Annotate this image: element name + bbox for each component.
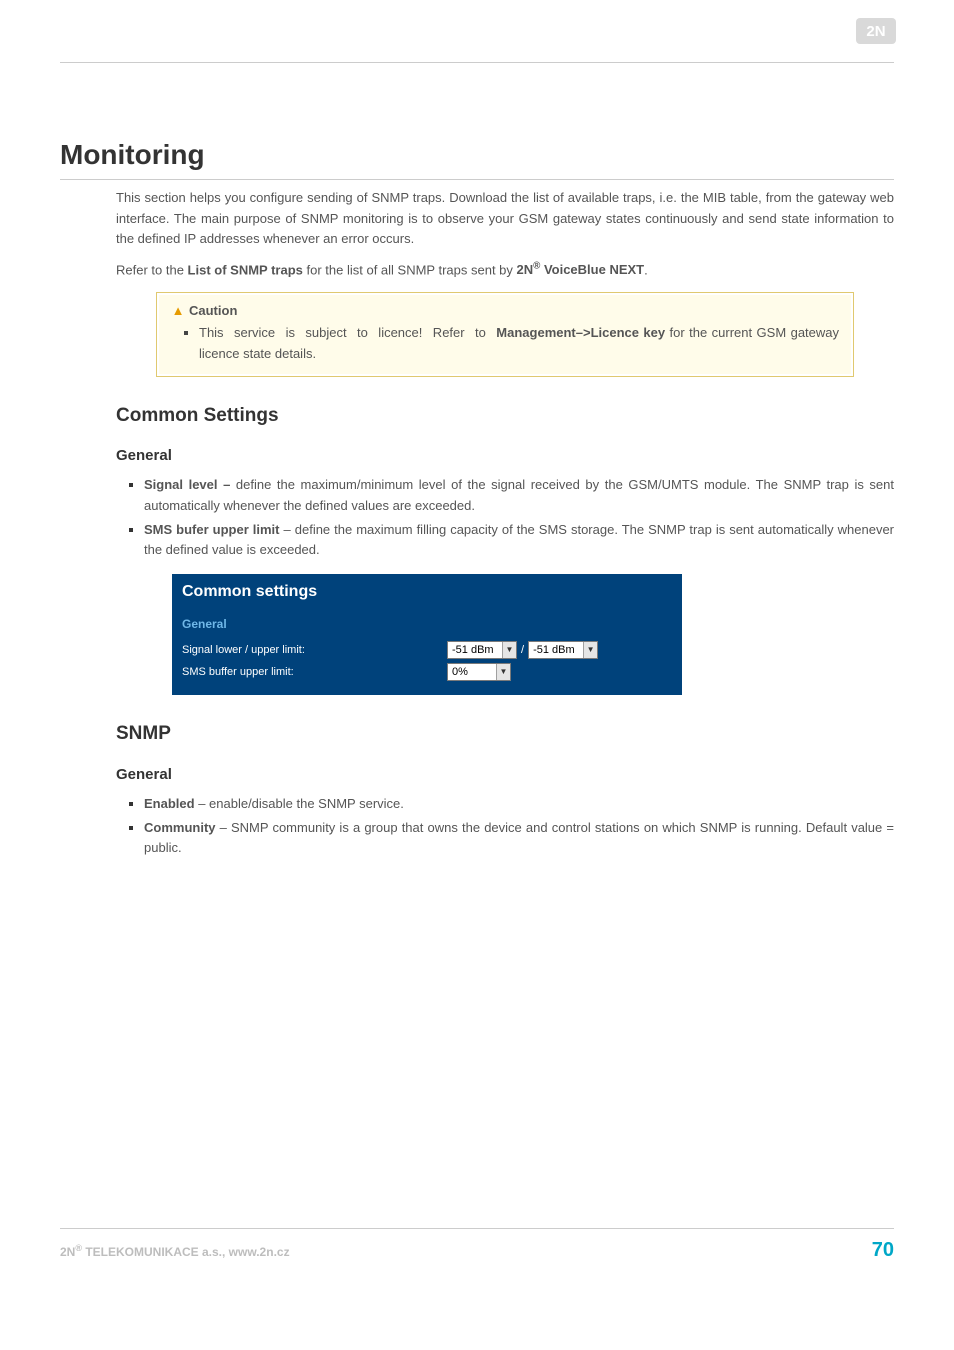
shot-label-sms: SMS buffer upper limit: xyxy=(182,664,447,681)
header-rule xyxy=(60,62,894,63)
refer-suffix: . xyxy=(644,262,648,277)
chevron-down-icon: ▼ xyxy=(496,664,510,680)
signal-lower-select[interactable]: -51 dBm ▼ xyxy=(447,641,517,659)
chevron-down-icon: ▼ xyxy=(502,642,516,658)
refer-product: 2N® VoiceBlue NEXT xyxy=(517,262,645,277)
refer-bold: List of SNMP traps xyxy=(188,262,303,277)
shot-label-signal: Signal lower / upper limit: xyxy=(182,642,447,659)
caution-inner: ▲Caution This service is subject to lice… xyxy=(157,293,853,375)
refer-prefix: Refer to the xyxy=(116,262,188,277)
caution-heading: ▲Caution xyxy=(171,301,839,321)
caution-box: ▲Caution This service is subject to lice… xyxy=(156,292,854,376)
page: 2N Monitoring This section helps you con… xyxy=(0,0,954,1290)
shot-row-signal: Signal lower / upper limit: -51 dBm ▼ / … xyxy=(182,641,672,659)
snmp-list: Enabled – enable/disable the SNMP servic… xyxy=(116,794,894,858)
page-title: Monitoring xyxy=(60,133,894,180)
shot-row-sms: SMS buffer upper limit: 0% ▼ xyxy=(182,663,672,681)
svg-text:2N: 2N xyxy=(866,23,885,40)
section-snmp-general: General xyxy=(116,763,894,786)
section-snmp-heading: SNMP xyxy=(116,719,894,748)
warning-icon: ▲ xyxy=(171,301,185,321)
section-common-heading: Common Settings xyxy=(116,401,894,430)
list-item: SMS bufer upper limit – define the maxim… xyxy=(144,520,894,560)
intro-paragraph: This section helps you configure sending… xyxy=(116,188,894,248)
brand-logo: 2N xyxy=(856,18,896,44)
footer-left: 2N® TELEKOMUNIKACE a.s., www.2n.cz xyxy=(60,1242,290,1262)
caution-item: This service is subject to licence! Refe… xyxy=(199,323,839,363)
common-list: Signal level – define the maximum/minimu… xyxy=(116,475,894,560)
chevron-down-icon: ▼ xyxy=(583,642,597,658)
refer-paragraph: Refer to the List of SNMP traps for the … xyxy=(116,259,894,280)
common-settings-screenshot: Common settings General Signal lower / u… xyxy=(172,574,682,695)
logo-2n-icon: 2N xyxy=(856,18,896,44)
shot-section: General xyxy=(182,615,672,634)
page-number: 70 xyxy=(872,1235,894,1266)
list-item: Signal level – define the maximum/minimu… xyxy=(144,475,894,515)
list-item: Community – SNMP community is a group th… xyxy=(144,818,894,858)
refer-mid: for the list of all SNMP traps sent by xyxy=(303,262,517,277)
list-item: Enabled – enable/disable the SNMP servic… xyxy=(144,794,894,814)
signal-upper-select[interactable]: -51 dBm ▼ xyxy=(528,641,598,659)
slash-separator: / xyxy=(517,642,528,659)
sms-buffer-select[interactable]: 0% ▼ xyxy=(447,663,511,681)
shot-title: Common settings xyxy=(182,580,672,605)
content-area: This section helps you configure sending… xyxy=(116,188,894,858)
caution-list: This service is subject to licence! Refe… xyxy=(171,323,839,363)
section-common-general: General xyxy=(116,444,894,467)
page-footer: 2N® TELEKOMUNIKACE a.s., www.2n.cz 70 xyxy=(60,1228,894,1266)
